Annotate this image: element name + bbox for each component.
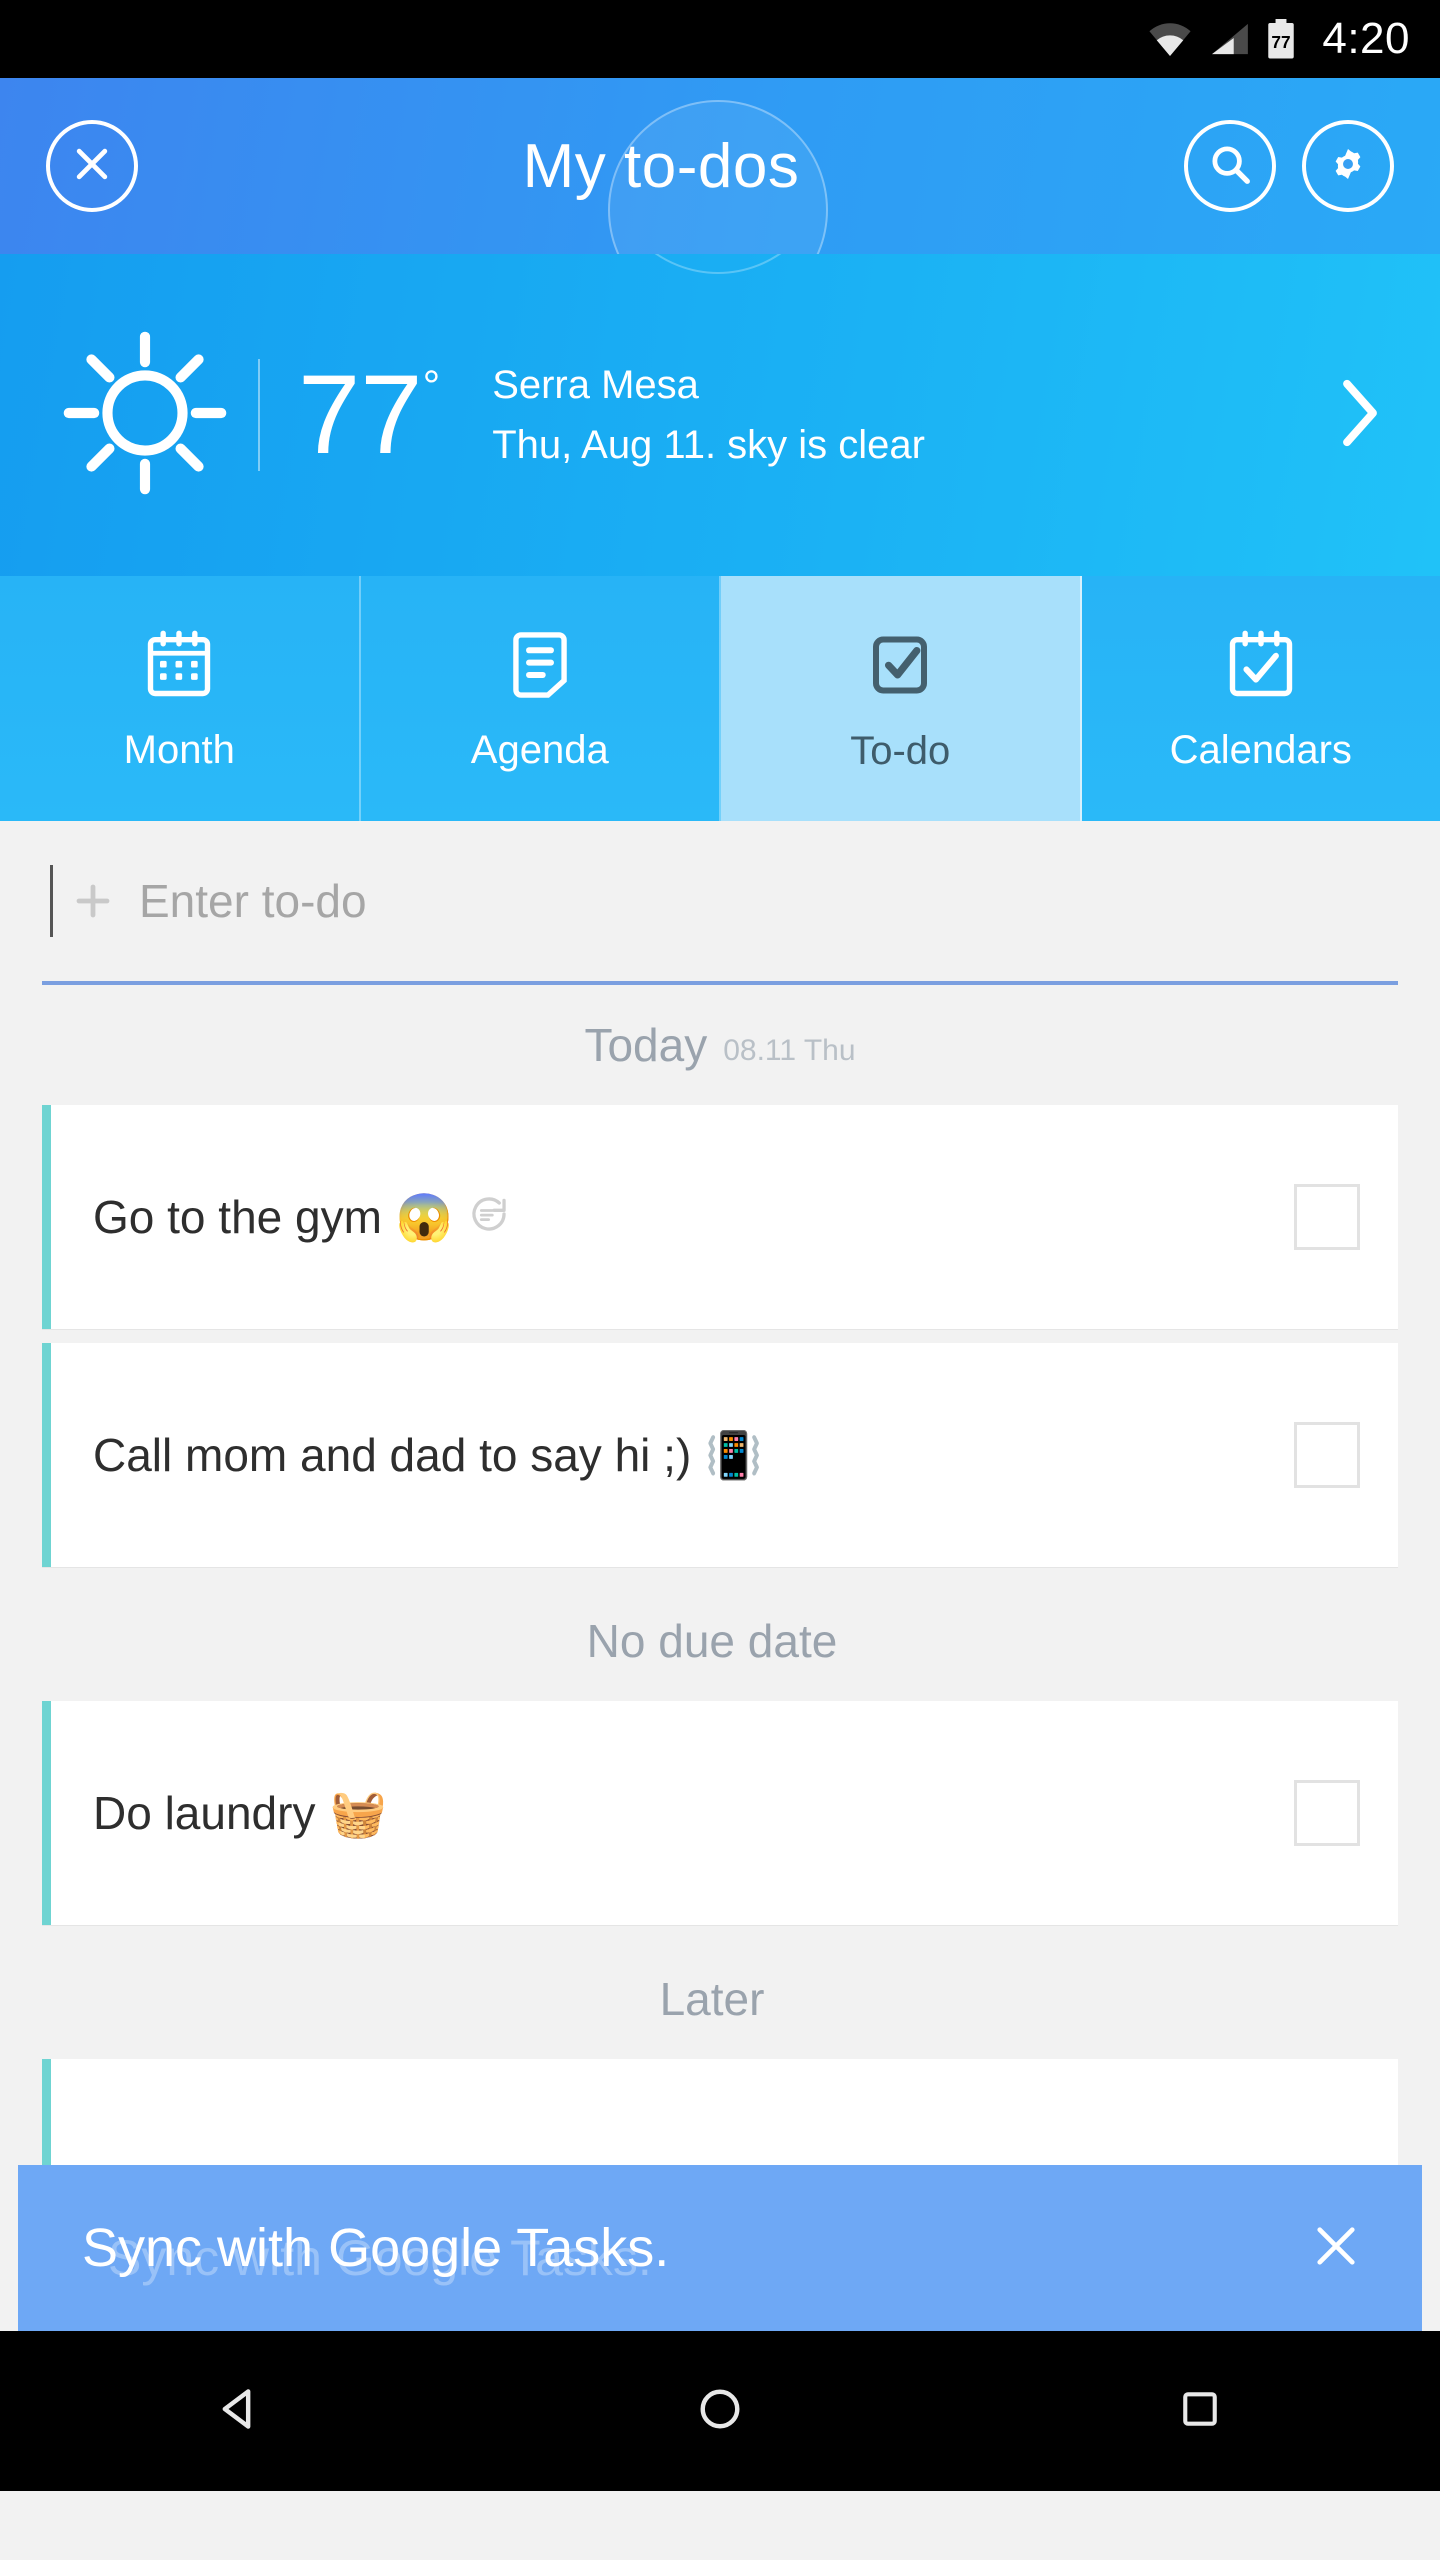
task-emoji: 😱	[395, 1191, 454, 1243]
app-header: My to-dos	[0, 78, 1440, 254]
status-bar-clock: 4:20	[1322, 14, 1410, 63]
add-todo-row[interactable]: Enter to-do	[0, 821, 1440, 981]
chevron-right-icon	[1334, 379, 1386, 456]
agenda-list-icon	[505, 627, 575, 708]
task-checkbox[interactable]	[1294, 1422, 1360, 1488]
tab-label-todo: To-do	[850, 729, 951, 773]
recents-square-icon	[1174, 2383, 1226, 2440]
tab-label-month: Month	[123, 728, 235, 772]
home-circle-icon	[692, 2381, 748, 2442]
add-todo-input[interactable]: Enter to-do	[139, 878, 367, 924]
tab-month[interactable]: Month	[0, 576, 361, 821]
battery-icon: 77	[1266, 19, 1296, 59]
close-icon	[1306, 2226, 1366, 2280]
checkbox-checked-icon	[864, 626, 936, 709]
section-header-later: Later	[0, 1939, 1440, 2059]
table-row[interactable]: Do laundry 🧺	[42, 1701, 1398, 1925]
section-header-no-due-date: No due date	[0, 1581, 1440, 1701]
weather-divider	[258, 359, 260, 471]
gear-icon	[1325, 141, 1371, 192]
tab-calendars[interactable]: Calendars	[1081, 576, 1440, 821]
weather-description: Thu, Aug 11. sky is clear	[492, 423, 925, 467]
sun-icon	[59, 327, 231, 504]
task-checkbox[interactable]	[1294, 1184, 1360, 1250]
weather-text-block: Serra Mesa Thu, Aug 11. sky is clear	[492, 355, 1334, 475]
temperature-value: 77	[298, 352, 423, 477]
section-header-today: Today 08.11 Thu	[0, 985, 1440, 1105]
tab-label-agenda: Agenda	[470, 728, 609, 772]
weather-expand-button[interactable]	[1334, 374, 1394, 457]
tab-bar: Month Agenda To-do Calendars	[0, 576, 1440, 821]
snackbar-text-wrap: Sync with Google Tasks. Sync with Google…	[82, 2216, 1306, 2286]
calendar-check-icon	[1226, 627, 1296, 708]
phone-screen: 77 4:20 My to-dos 77 ° Serra Mesa Thu, A…	[0, 0, 1440, 2560]
weather-widget[interactable]: 77 ° Serra Mesa Thu, Aug 11. sky is clea…	[0, 254, 1440, 576]
section-title: Today	[584, 1019, 708, 1071]
nav-home-button[interactable]	[630, 2331, 810, 2491]
weather-location: Serra Mesa	[492, 363, 699, 407]
degree-symbol: °	[422, 362, 441, 411]
text-cursor	[50, 865, 53, 937]
task-emoji: 🧺	[329, 1787, 387, 1839]
task-text-wrap: Go to the gym 😱	[93, 1192, 1294, 1243]
section-subtitle: 08.11 Thu	[723, 1034, 856, 1067]
recurring-icon	[467, 1192, 511, 1243]
touch-ripple-circle-lower	[608, 254, 828, 274]
plus-icon	[69, 877, 117, 925]
task-emoji: 📳	[705, 1429, 763, 1481]
weather-temperature: 77 °	[298, 359, 440, 471]
table-row[interactable]: Call mom and dad to say hi ;) 📳	[42, 1343, 1398, 1567]
wifi-icon	[1148, 22, 1192, 56]
page-title: My to-dos	[522, 131, 800, 201]
close-button[interactable]	[46, 120, 138, 212]
task-label: Do laundry	[93, 1787, 316, 1839]
table-row[interactable]: Go to the gym 😱	[42, 1105, 1398, 1329]
task-text-wrap: Call mom and dad to say hi ;) 📳	[93, 1432, 1294, 1478]
section-title: Later	[659, 1973, 765, 2025]
cellular-signal-icon	[1208, 22, 1250, 56]
nav-recents-button[interactable]	[1110, 2331, 1290, 2491]
snackbar[interactable]: Sync with Google Tasks. Sync with Google…	[18, 2165, 1422, 2331]
table-row[interactable]	[42, 2059, 1398, 2179]
snackbar-message: Sync with Google Tasks.	[82, 2218, 670, 2278]
task-text-wrap: Do laundry 🧺	[93, 1790, 1294, 1836]
close-icon	[70, 142, 114, 191]
task-label: Go to the gym	[93, 1191, 382, 1243]
header-actions	[1184, 120, 1394, 212]
task-label: Call mom and dad to say hi ;)	[93, 1429, 692, 1481]
settings-button[interactable]	[1302, 120, 1394, 212]
section-title: No due date	[586, 1615, 838, 1667]
task-checkbox[interactable]	[1294, 1780, 1360, 1846]
back-triangle-icon	[212, 2381, 268, 2442]
tab-agenda[interactable]: Agenda	[360, 576, 721, 821]
tab-label-calendars: Calendars	[1169, 728, 1352, 772]
weather-icon-wrap	[40, 327, 250, 504]
calendar-month-icon	[144, 627, 214, 708]
android-nav-bar	[0, 2331, 1440, 2491]
tab-todo[interactable]: To-do	[721, 576, 1082, 821]
status-bar: 77 4:20	[0, 0, 1440, 78]
battery-level-text: 77	[1272, 32, 1291, 52]
search-icon	[1207, 141, 1253, 192]
todo-content: Enter to-do Today 08.11 Thu Go to the gy…	[0, 821, 1440, 2331]
search-button[interactable]	[1184, 120, 1276, 212]
snackbar-close-button[interactable]	[1306, 2216, 1366, 2281]
nav-back-button[interactable]	[150, 2331, 330, 2491]
